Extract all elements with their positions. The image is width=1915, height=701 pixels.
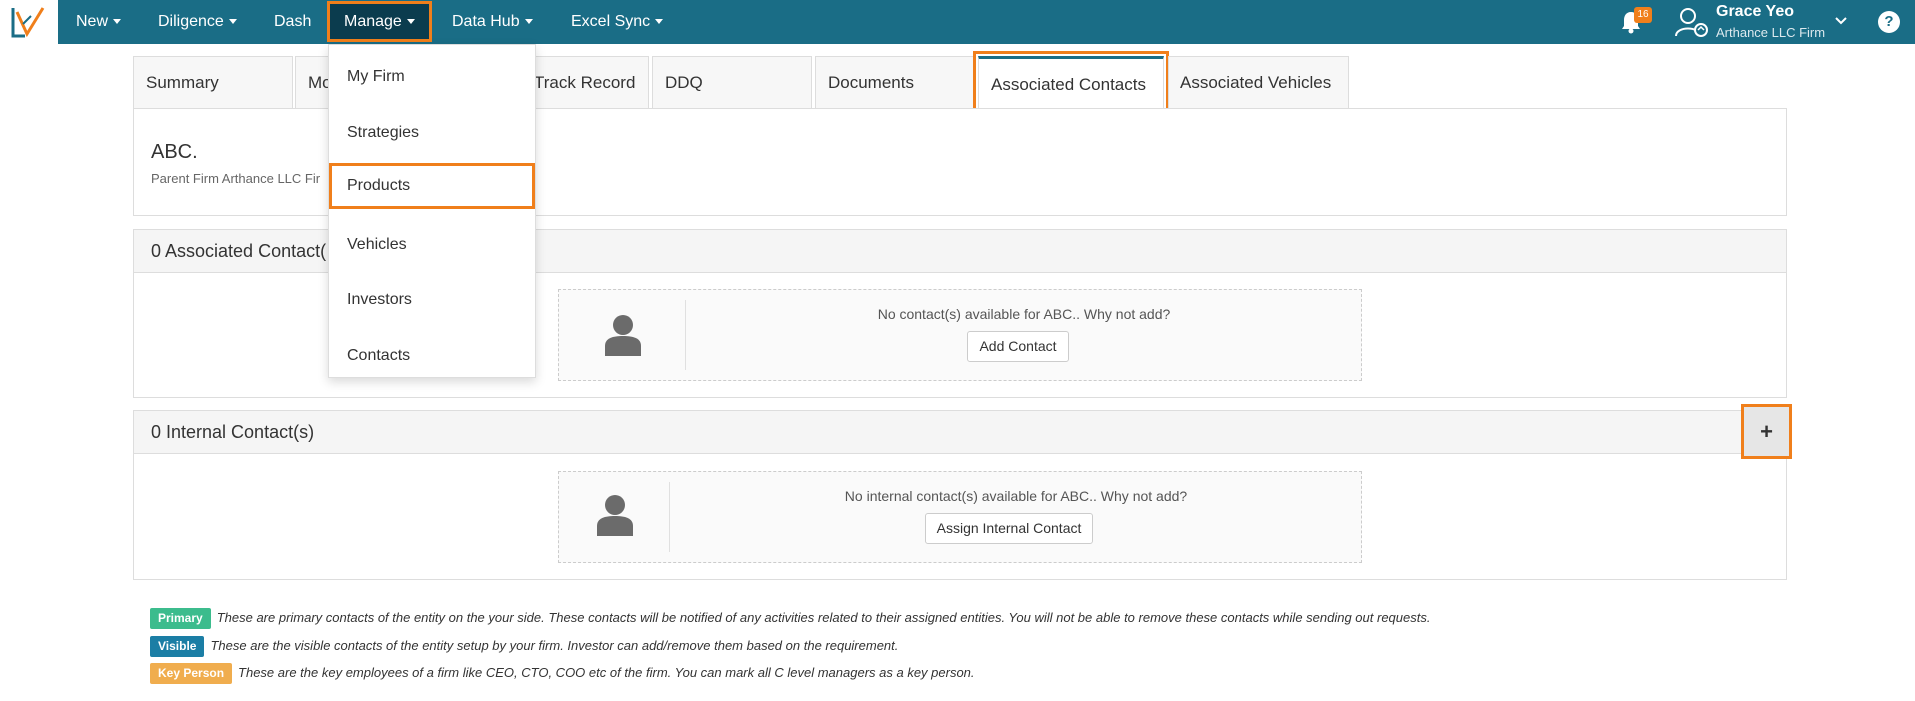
nav-excel-sync[interactable]: Excel Sync — [571, 0, 664, 44]
person-icon — [605, 315, 641, 356]
menu-item-contacts[interactable]: Contacts — [329, 333, 535, 379]
menu-item-products[interactable]: Products — [329, 163, 535, 209]
nav-diligence-label: Diligence — [158, 13, 224, 30]
nav-diligence[interactable]: Diligence — [158, 0, 237, 44]
menu-item-my-firm[interactable]: My Firm — [329, 54, 535, 100]
user-firm: Arthance LLC Firm — [1716, 25, 1826, 40]
nav-excel-sync-label: Excel Sync — [571, 13, 651, 30]
tab-documents[interactable]: Documents — [815, 56, 975, 108]
associated-contacts-title: 0 Associated Contact( — [151, 241, 327, 261]
nav-data-hub[interactable]: Data Hub — [452, 0, 533, 44]
legend-primary-text: These are primary contacts of the entity… — [216, 609, 1431, 625]
assign-internal-contact-button[interactable]: Assign Internal Contact — [925, 513, 1093, 544]
tab-ddq[interactable]: DDQ — [652, 56, 812, 108]
add-contact-button[interactable]: Add Contact — [967, 331, 1069, 362]
internal-contacts-panel: 0 Internal Contact(s) No internal contac… — [133, 410, 1787, 580]
user-name[interactable]: Grace Yeo — [1716, 3, 1794, 21]
caret-down-icon — [113, 19, 122, 25]
nav-manage[interactable]: Manage — [327, 1, 432, 42]
help-icon[interactable]: ? — [1878, 11, 1900, 33]
tab-track-record[interactable]: Track Record — [523, 56, 649, 108]
nav-dash-label: Dash — [274, 13, 312, 30]
nav-manage-label: Manage — [344, 13, 402, 30]
manage-dropdown-menu: My Firm Strategies Products Vehicles Inv… — [328, 44, 536, 378]
nav-dash[interactable]: Dash — [274, 0, 311, 44]
tab-summary[interactable]: Summary — [133, 56, 293, 108]
menu-item-vehicles[interactable]: Vehicles — [329, 222, 535, 268]
legend-visible-text: These are the visible contacts of the en… — [210, 637, 899, 653]
internal-empty-state: No internal contact(s) available for ABC… — [558, 471, 1362, 563]
app-logo[interactable] — [0, 0, 58, 44]
logo-icon — [11, 7, 45, 38]
nav-new-label: New — [76, 13, 109, 30]
person-icon — [597, 495, 633, 536]
key-person-badge: Key Person — [150, 663, 233, 684]
legend-visible: Visible These are the visible contacts of… — [150, 636, 898, 657]
primary-badge: Primary — [150, 608, 211, 629]
associated-empty-message: No contact(s) available for ABC.. Why no… — [877, 306, 1171, 322]
legend-primary: Primary These are primary contacts of the… — [150, 608, 1430, 629]
internal-contacts-title: 0 Internal Contact(s) — [151, 422, 315, 442]
user-profile-icon[interactable] — [1674, 6, 1710, 38]
nav-new[interactable]: New — [76, 0, 122, 44]
tab-associated-vehicles[interactable]: Associated Vehicles — [1168, 56, 1349, 108]
top-navbar: New Diligence Dash Manage Data Hub Excel… — [0, 0, 1915, 44]
internal-contacts-header: 0 Internal Contact(s) — [134, 411, 1786, 454]
entity-parent: Parent Firm Arthance LLC Fir — [151, 171, 321, 186]
notification-badge: 16 — [1634, 7, 1652, 23]
legend-key-person-text: These are the key employees of a firm li… — [238, 664, 975, 680]
internal-empty-message: No internal contact(s) available for ABC… — [844, 488, 1188, 504]
legend-key-person: Key Person These are the key employees of… — [150, 663, 975, 684]
menu-item-investors[interactable]: Investors — [329, 277, 535, 323]
add-internal-contact-button[interactable]: + — [1741, 404, 1792, 459]
caret-down-icon — [228, 19, 237, 25]
caret-down-icon — [655, 19, 664, 25]
caret-down-icon — [524, 19, 533, 25]
chevron-down-icon[interactable] — [1834, 14, 1848, 28]
visible-badge: Visible — [150, 636, 205, 657]
associated-empty-state: No contact(s) available for ABC.. Why no… — [558, 289, 1362, 381]
nav-data-hub-label: Data Hub — [452, 13, 520, 30]
entity-name: ABC. — [151, 141, 198, 163]
caret-down-icon — [406, 19, 415, 25]
menu-item-strategies[interactable]: Strategies — [329, 110, 535, 156]
